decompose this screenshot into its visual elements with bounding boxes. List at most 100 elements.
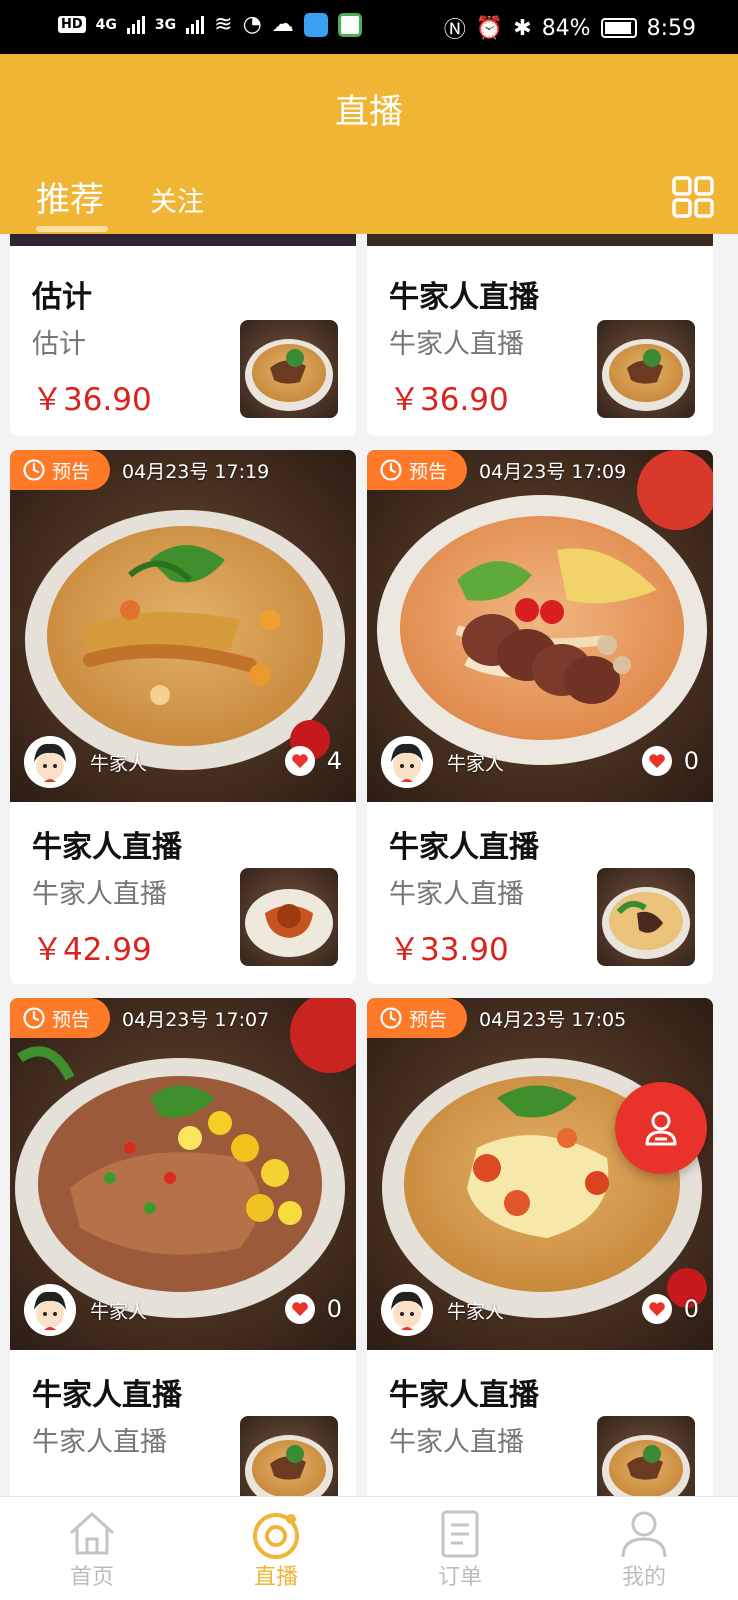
- order-icon: [441, 1510, 479, 1558]
- battery-icon: [600, 18, 637, 38]
- heart-icon: [284, 1294, 315, 1324]
- preview-badge: 预告 04月23号 17:05: [367, 998, 626, 1038]
- page-title: 直播: [335, 92, 403, 132]
- host-name: 牛家人: [447, 752, 505, 775]
- scheduled-time: 04月23号 17:05: [479, 1008, 627, 1031]
- battery-percent: 84%: [541, 15, 591, 41]
- clock-time: 8:59: [646, 15, 696, 41]
- signal-4g-label: 4G: [95, 16, 117, 33]
- cover-image: [10, 234, 356, 246]
- bottom-nav: 首页 直播 订单 我的: [0, 1496, 738, 1600]
- host-info[interactable]: 牛家人: [24, 736, 147, 788]
- preview-badge: 预告 04月23号 17:19: [10, 450, 269, 490]
- live-title: 估计: [32, 280, 92, 315]
- like-counter[interactable]: 0: [284, 1294, 342, 1324]
- active-tab-indicator: [36, 226, 108, 232]
- host-name: 牛家人: [90, 1300, 148, 1323]
- cloud-icon: ☁: [271, 12, 294, 37]
- heart-icon: [284, 746, 315, 776]
- bluetooth-icon: ✱: [513, 15, 532, 41]
- signal-bars-icon: [126, 15, 145, 34]
- product-thumbnail[interactable]: [240, 1416, 338, 1496]
- like-count: 0: [683, 1295, 699, 1323]
- clock-icon: [380, 459, 402, 481]
- alarm-icon: ⏰: [475, 15, 504, 41]
- live-title: 牛家人直播: [32, 830, 182, 865]
- product-thumbnail[interactable]: [240, 320, 338, 418]
- live-title: 牛家人直播: [32, 1378, 182, 1413]
- live-subtitle: 牛家人直播: [389, 329, 524, 360]
- nav-live[interactable]: 直播: [184, 1497, 368, 1600]
- host-info[interactable]: 牛家人: [381, 1284, 504, 1336]
- product-thumbnail[interactable]: [597, 868, 695, 966]
- app-header: 直播 推荐 关注: [0, 54, 738, 234]
- product-price: ￥36.90: [32, 382, 152, 418]
- nav-profile[interactable]: 我的: [552, 1497, 736, 1600]
- host-name: 牛家人: [447, 1300, 505, 1323]
- hd-badge: HD: [58, 16, 86, 33]
- heart-icon: [641, 746, 672, 776]
- home-icon: [69, 1512, 115, 1555]
- host-name: 牛家人: [90, 752, 148, 775]
- live-subtitle: 牛家人直播: [389, 879, 524, 910]
- preview-label: 预告: [52, 460, 91, 483]
- avatar: [381, 1284, 433, 1336]
- like-count: 0: [683, 747, 699, 775]
- live-card[interactable]: 预告 04月23号 17:19 牛家人 4 牛家人直播 牛家人直播 ￥42.99: [10, 450, 356, 984]
- live-card[interactable]: 预告 04月23号 17:05 牛家人 0 牛家人直播 牛家人直播: [367, 998, 713, 1496]
- live-title: 牛家人直播: [389, 1378, 539, 1413]
- like-counter[interactable]: 0: [641, 746, 699, 776]
- host-info[interactable]: 牛家人: [24, 1284, 147, 1336]
- live-icon: [253, 1513, 299, 1559]
- live-feed[interactable]: 估计 估计 ￥36.90 牛家人直播 牛家人直播 ￥36.90 预告 04月23…: [0, 234, 738, 1496]
- live-subtitle: 牛家人直播: [389, 1427, 524, 1458]
- like-count: 0: [326, 1295, 342, 1323]
- nav-home-label: 首页: [69, 1565, 114, 1590]
- product-price: ￥36.90: [389, 382, 509, 418]
- avatar: [24, 1284, 76, 1336]
- signal-3g-label: 3G: [154, 16, 177, 33]
- preview-badge: 预告 04月23号 17:07: [10, 998, 269, 1038]
- preview-label: 预告: [52, 1008, 91, 1031]
- cover-image: [367, 234, 713, 246]
- live-card[interactable]: 预告 04月23号 17:09 牛家人 0 牛家人直播 牛家人直播 ￥33.90: [367, 450, 713, 984]
- product-price: ￥42.99: [32, 932, 152, 968]
- start-live-button[interactable]: [615, 1082, 707, 1174]
- live-card[interactable]: 估计 估计 ￥36.90: [10, 234, 356, 436]
- live-card[interactable]: 牛家人直播 牛家人直播 ￥36.90: [367, 234, 713, 436]
- live-subtitle: 牛家人直播: [32, 1427, 167, 1458]
- product-thumbnail[interactable]: [597, 1416, 695, 1496]
- scheduled-time: 04月23号 17:19: [122, 460, 270, 483]
- tab-recommended[interactable]: 推荐: [36, 172, 104, 221]
- avatar: [24, 736, 76, 788]
- nav-orders-label: 订单: [437, 1565, 482, 1590]
- scheduled-time: 04月23号 17:07: [122, 1008, 270, 1031]
- product-thumbnail[interactable]: [597, 320, 695, 418]
- sync-icon: ◔: [242, 12, 262, 37]
- like-counter[interactable]: 4: [284, 746, 342, 776]
- nav-orders[interactable]: 订单: [368, 1497, 552, 1600]
- scheduled-time: 04月23号 17:09: [479, 460, 627, 483]
- live-title: 牛家人直播: [389, 830, 539, 865]
- category-grid-icon[interactable]: [672, 176, 714, 218]
- live-title: 牛家人直播: [389, 280, 539, 315]
- clock-icon: [380, 1007, 402, 1029]
- like-count: 4: [326, 747, 342, 775]
- product-thumbnail[interactable]: [240, 868, 338, 966]
- signal-bars-icon: [186, 15, 205, 34]
- nav-profile-label: 我的: [621, 1565, 666, 1590]
- nfc-icon: Ⓝ: [443, 18, 466, 43]
- like-counter[interactable]: 0: [641, 1294, 699, 1324]
- clock-icon: [23, 1007, 45, 1029]
- live-card[interactable]: 预告 04月23号 17:07 牛家人 0 牛家人直播 牛家人直播: [10, 998, 356, 1496]
- tab-following[interactable]: 关注: [150, 180, 204, 219]
- preview-badge: 预告 04月23号 17:09: [367, 450, 626, 490]
- preview-label: 预告: [409, 460, 448, 483]
- nav-home[interactable]: 首页: [0, 1497, 184, 1600]
- host-info[interactable]: 牛家人: [381, 736, 504, 788]
- clock-icon: [23, 459, 45, 481]
- app-notification-icon: [303, 12, 328, 37]
- avatar: [381, 736, 433, 788]
- profile-icon: [621, 1511, 667, 1558]
- user-icon: [645, 1111, 677, 1146]
